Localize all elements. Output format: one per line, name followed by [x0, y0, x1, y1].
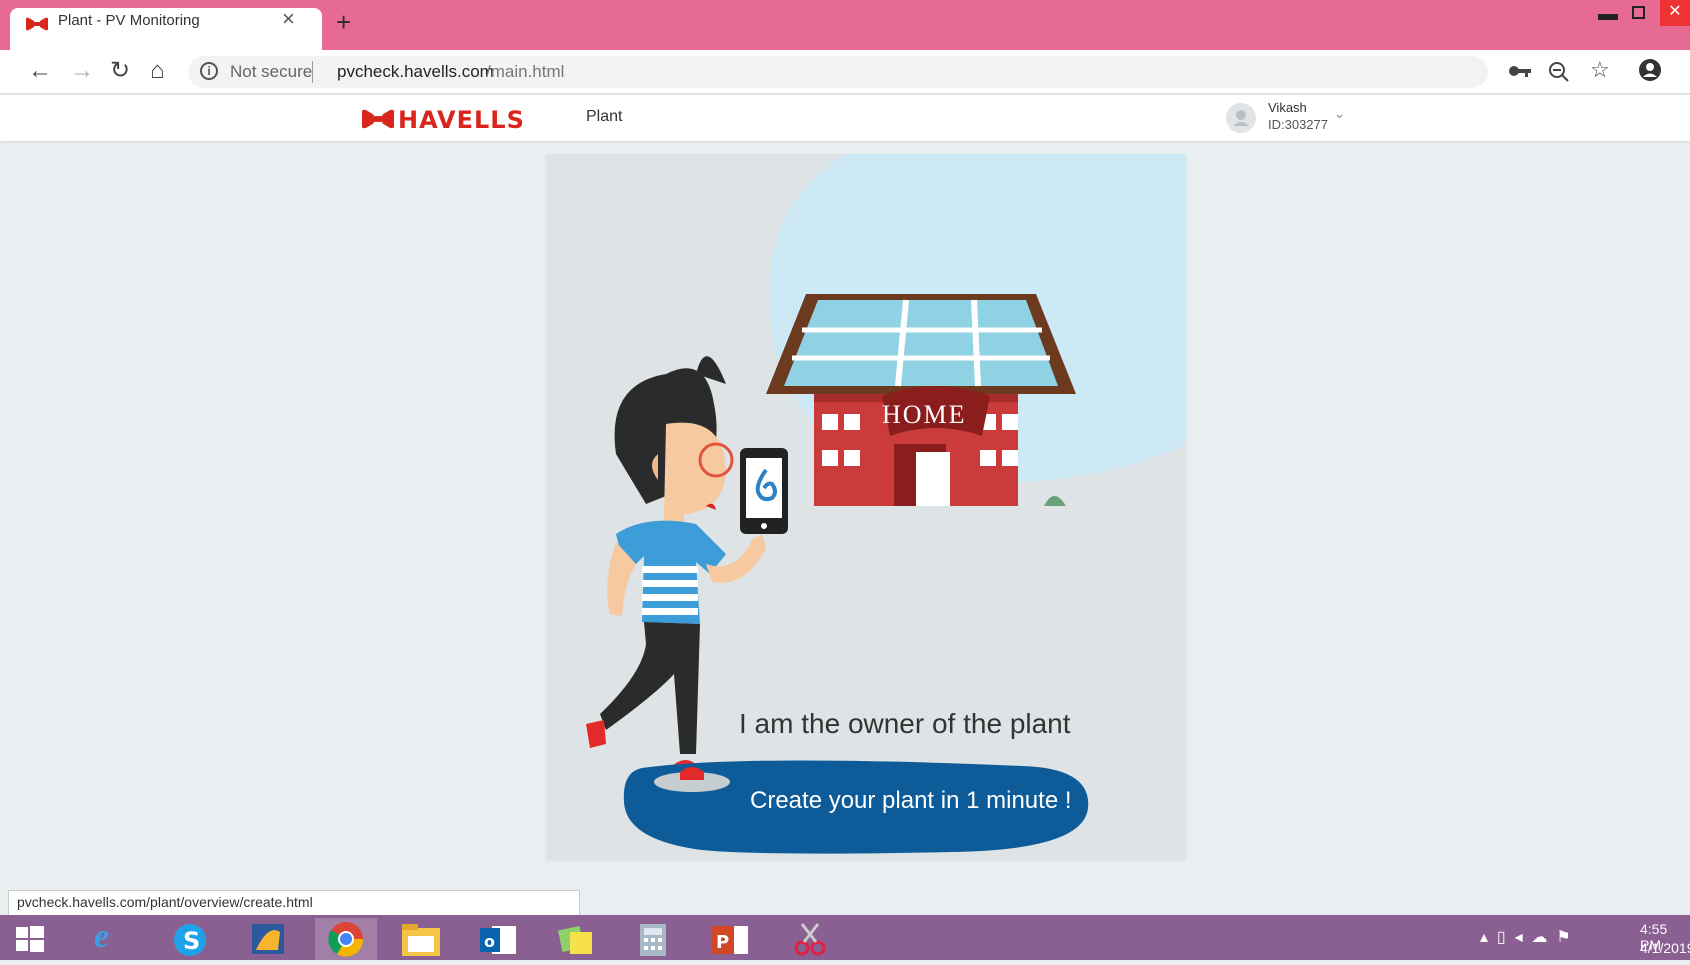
chrome-icon: [328, 922, 364, 957]
internet-explorer-icon[interactable]: e: [94, 918, 109, 956]
file-explorer-icon[interactable]: [400, 922, 442, 958]
house-sign: HOME: [882, 400, 967, 429]
svg-text:P: P: [716, 932, 729, 953]
window-close-icon[interactable]: ✕: [1660, 0, 1690, 26]
status-url: pvcheck.havells.com/plant/overview/creat…: [8, 890, 580, 915]
back-icon[interactable]: ←: [28, 58, 52, 84]
clock-date[interactable]: 4/1/2019: [1640, 940, 1690, 956]
bookmark-star-icon[interactable]: ☆: [1590, 57, 1610, 83]
outlook-icon[interactable]: o: [478, 922, 518, 958]
profile-icon[interactable]: [1638, 58, 1662, 82]
tab-close-icon[interactable]: ×: [282, 8, 295, 30]
key-icon[interactable]: [1508, 64, 1532, 78]
havells-favicon-icon: [26, 17, 48, 31]
home-icon[interactable]: ⌂: [150, 58, 165, 84]
sticky-notes-icon[interactable]: [556, 922, 596, 958]
maximize-icon[interactable]: [1632, 6, 1645, 19]
user-id: ID:303277: [1268, 117, 1328, 132]
site-header: [0, 95, 1690, 141]
avatar[interactable]: [1226, 103, 1256, 133]
url-path: /main.html: [486, 62, 565, 81]
info-icon[interactable]: i: [200, 62, 218, 80]
windows-start-icon[interactable]: [14, 924, 46, 954]
owner-heading: I am the owner of the plant: [739, 708, 1071, 739]
nav-item-plant[interactable]: Plant: [586, 108, 622, 126]
powerpoint-icon[interactable]: P: [710, 922, 750, 958]
url-divider: [312, 61, 313, 83]
havells-logo-icon[interactable]: [362, 107, 394, 131]
forward-icon[interactable]: →: [70, 58, 94, 84]
url-host: pvcheck.havells.com: [337, 62, 494, 81]
chevron-down-icon[interactable]: ⌄: [1334, 106, 1345, 122]
zoom-icon[interactable]: [1548, 61, 1570, 83]
new-tab-button[interactable]: +: [336, 9, 351, 35]
svg-text:o: o: [484, 932, 495, 951]
svg-text:S: S: [183, 927, 200, 955]
user-name[interactable]: Vikash: [1268, 100, 1307, 115]
calculator-icon[interactable]: [636, 922, 670, 958]
system-tray[interactable]: ▴ ▯ ◂ ☁ ⚑: [1480, 927, 1571, 947]
not-secure-label[interactable]: Not secure: [230, 62, 312, 82]
owner-illustration: [586, 154, 1186, 788]
tab-title: Plant - PV Monitoring: [58, 12, 200, 29]
reload-icon[interactable]: ↻: [110, 58, 130, 84]
file-manager-icon[interactable]: [248, 920, 288, 958]
snipping-tool-icon[interactable]: [790, 920, 830, 958]
user-icon: [1233, 110, 1249, 126]
minimize-icon[interactable]: ▬: [1598, 3, 1618, 26]
taskbar-chrome[interactable]: [315, 918, 377, 960]
skype-icon[interactable]: S: [172, 922, 208, 958]
create-plant-label[interactable]: Create your plant in 1 minute !: [750, 787, 1072, 815]
logo-text[interactable]: HAVELLS: [398, 106, 525, 134]
